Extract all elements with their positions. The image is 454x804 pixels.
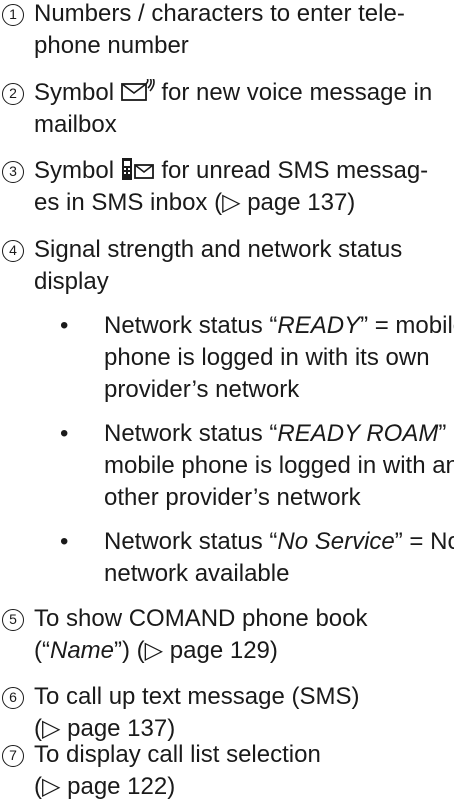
status-ready: READY: [277, 312, 361, 339]
bullet-text-line: Network status “No Service” = No: [104, 528, 454, 555]
bullet-text-line: other provider’s network: [104, 484, 361, 511]
item-text: Symbol: [34, 79, 115, 106]
item-text: for new voice message in: [161, 79, 433, 106]
item-text-line: To call up text message (SMS): [34, 683, 360, 710]
item-text-line: Numbers / characters to enter tele-: [34, 0, 405, 27]
item-number: 4: [2, 240, 24, 262]
item-text-line: Symbol for unread SMS messag-: [34, 155, 428, 187]
item-number: 6: [2, 687, 24, 709]
item-text-line: (▷ page 122): [34, 773, 176, 800]
bullet-text-line: phone is logged in with its own: [104, 344, 430, 371]
item-number: 2: [2, 83, 24, 105]
bullet-text-line: mobile phone is logged in with an-: [104, 452, 454, 479]
manual-page: 1 Numbers / characters to enter tele- ph…: [0, 0, 454, 804]
status-ready-roam: READY ROAM: [277, 420, 439, 447]
item-number: 7: [2, 745, 24, 767]
item-number: 1: [2, 4, 24, 26]
bullet-text-line: network available: [104, 560, 290, 587]
item-text-line: mailbox: [34, 111, 117, 138]
item-text-line: es in SMS inbox (▷ page 137): [34, 189, 356, 216]
bullet-text-line: Network status “READY ROAM” =: [104, 420, 454, 447]
bullet-dot: •: [60, 420, 69, 447]
item-text: Symbol: [34, 157, 115, 184]
bullet-dot: •: [60, 312, 69, 339]
item-text-line: Signal strength and network status: [34, 236, 403, 263]
item-text-line: display: [34, 268, 109, 295]
status-no-service: No Service: [277, 528, 395, 555]
item-text-line: phone number: [34, 32, 189, 59]
sms-inbox-icon: [121, 158, 154, 180]
item-number: 5: [2, 609, 24, 631]
name-label: Name: [49, 637, 115, 664]
item-text-line: To display call list selection: [34, 741, 321, 768]
voice-mailbox-icon: [120, 77, 155, 101]
item-text: for unread SMS messag-: [161, 157, 429, 184]
item-number: 3: [2, 161, 24, 183]
bullet-text-line: provider’s network: [104, 376, 300, 403]
item-text-line: To show COMAND phone book: [34, 605, 368, 632]
item-text-line: (“Name”) (▷ page 129): [34, 637, 278, 664]
bullet-dot: •: [60, 528, 69, 555]
item-text-line: Symbol for new voice message in: [34, 77, 432, 109]
bullet-text-line: Network status “READY” = mobile: [104, 312, 454, 339]
